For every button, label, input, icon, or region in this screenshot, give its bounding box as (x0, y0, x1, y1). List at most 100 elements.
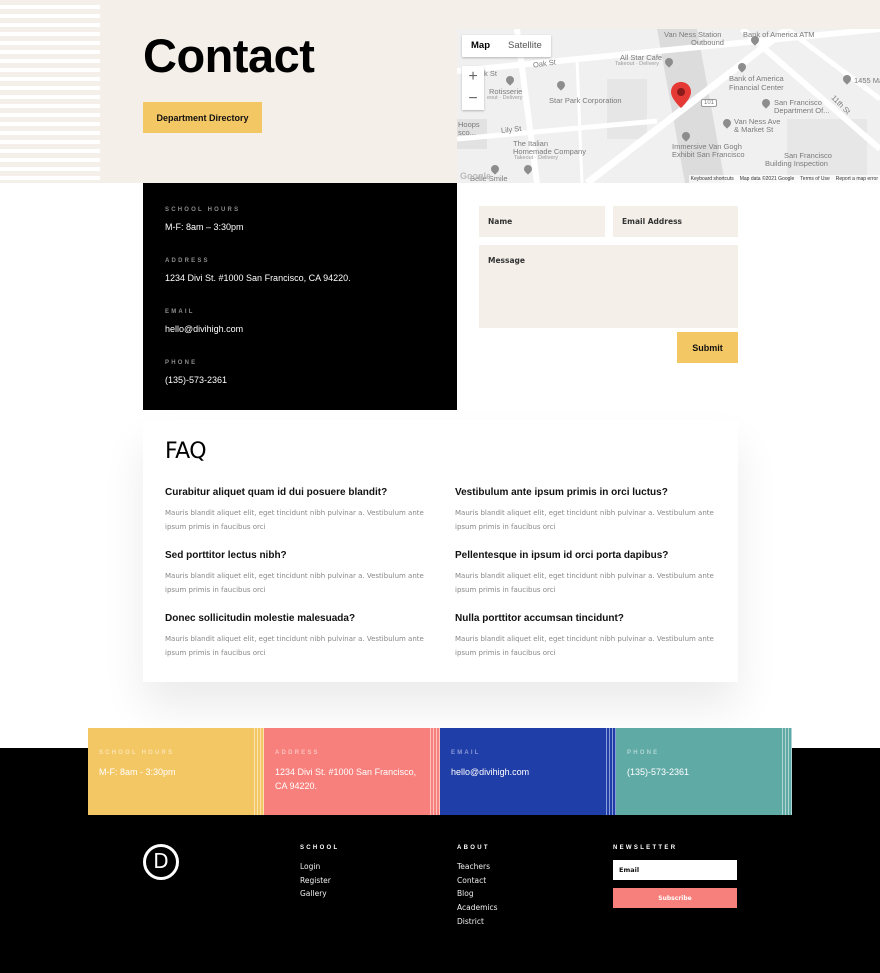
faq-card: FAQ Curabitur aliquet quam id dui posuer… (143, 420, 738, 682)
message-field[interactable] (479, 245, 738, 328)
faq-answer: Mauris blandit aliquet elit, eget tincid… (165, 635, 424, 657)
map-label: Department Of... (774, 106, 830, 115)
footer-link-teachers[interactable]: Teachers (457, 860, 498, 874)
highway-shield: 101 (701, 99, 718, 108)
map-zoom-control: + − (462, 66, 484, 110)
zoom-out-button[interactable]: − (462, 88, 484, 110)
submit-button[interactable]: Submit (677, 332, 738, 363)
report-error-link[interactable]: Report a map error (836, 175, 878, 183)
tile-school-hours: SCHOOL HOURS M-F: 8am - 3:30pm (88, 728, 264, 815)
faq-answer: Mauris blandit aliquet elit, eget tincid… (165, 509, 424, 531)
footer-heading: NEWSLETTER (613, 845, 678, 851)
map-label: 1455 Ma (854, 76, 880, 85)
faq-item: Curabitur aliquet quam id dui posuere bl… (165, 487, 425, 550)
faq-column-left: Curabitur aliquet quam id dui posuere bl… (165, 487, 425, 676)
info-value: M-F: 8am – 3:30pm (165, 222, 244, 232)
faq-title: FAQ (165, 439, 207, 464)
map-label: Takeout · Delivery (615, 61, 660, 67)
tile-value: M-F: 8am - 3:30pm (99, 767, 176, 777)
page-title: Contact (143, 29, 315, 82)
map-label: Exhibit San Francisco (672, 150, 745, 159)
footer-column-about: ABOUT Teachers Contact Blog Academics Di… (457, 845, 498, 929)
footer-link-district[interactable]: District (457, 915, 498, 929)
map-label: Takeout · Delivery (514, 155, 559, 161)
divi-logo[interactable]: D (143, 844, 179, 880)
faq-item: Pellentesque in ipsum id orci porta dapi… (455, 550, 715, 613)
tile-value: (135)-573-2361 (627, 767, 690, 777)
footer-link-contact[interactable]: Contact (457, 874, 498, 888)
info-label: ADDRESS (165, 258, 210, 264)
footer-link-login[interactable]: Login (300, 860, 339, 874)
tile-stripe-edge (430, 728, 440, 815)
info-label: SCHOOL HOURS (165, 207, 241, 213)
tile-stripe-edge (254, 728, 264, 815)
newsletter-email-input[interactable] (613, 860, 737, 880)
map-pin-icon[interactable] (671, 82, 691, 108)
info-email: EMAIL hello@divihigh.com (165, 309, 435, 334)
map-type-satellite-button[interactable]: Satellite (499, 35, 551, 57)
faq-answer: Mauris blandit aliquet elit, eget tincid… (455, 635, 714, 657)
terms-link[interactable]: Terms of Use (800, 175, 829, 183)
tile-label: ADDRESS (275, 750, 320, 756)
map-data-text: Map data ©2021 Google (739, 176, 795, 182)
tile-value: hello@divihigh.com (451, 767, 530, 777)
tile-stripe-edge (782, 728, 792, 815)
map-label: & Market St (734, 125, 774, 134)
footer-link-academics[interactable]: Academics (457, 901, 498, 915)
info-address: ADDRESS 1234 Divi St. #1000 San Francisc… (165, 258, 435, 283)
faq-question: Donec sollicitudin molestie malesuada? (165, 613, 356, 624)
contact-info-panel: SCHOOL HOURS M-F: 8am – 3:30pm ADDRESS 1… (143, 183, 457, 410)
info-value: 1234 Divi St. #1000 San Francisco, CA 94… (165, 273, 351, 283)
faq-item: Nulla porttitor accumsan tincidunt? Maur… (455, 613, 715, 676)
google-logo: Google (460, 171, 491, 181)
faq-question: Nulla porttitor accumsan tincidunt? (455, 613, 624, 624)
decorative-stripes (0, 0, 100, 183)
tile-address: ADDRESS 1234 Divi St. #1000 San Francisc… (264, 728, 440, 815)
tile-label: SCHOOL HOURS (99, 750, 175, 756)
faq-item: Donec sollicitudin molestie malesuada? M… (165, 613, 425, 676)
footer-column-school: SCHOOL Login Register Gallery (300, 845, 339, 901)
info-value: hello@divihigh.com (165, 324, 244, 334)
map-label: Star Park Corporation (549, 96, 622, 105)
info-label: PHONE (165, 360, 198, 366)
footer-column-newsletter: NEWSLETTER (613, 845, 677, 860)
faq-question: Pellentesque in ipsum id orci porta dapi… (455, 550, 669, 561)
footer-link-gallery[interactable]: Gallery (300, 887, 339, 901)
map-type-map-button[interactable]: Map (462, 35, 499, 57)
zoom-in-button[interactable]: + (462, 66, 484, 88)
tile-stripe-edge (606, 728, 616, 815)
department-directory-button[interactable]: Department Directory (143, 102, 262, 133)
keyboard-shortcuts-link[interactable]: Keyboard shortcuts (691, 175, 734, 183)
info-phone: PHONE (135)-573-2361 (165, 360, 435, 385)
google-map[interactable]: Oak St k St Lily St 11th St Van Ness Sta… (457, 29, 880, 183)
footer-heading: SCHOOL (300, 845, 340, 851)
map-type-control: Map Satellite (462, 35, 551, 57)
info-label: EMAIL (165, 309, 195, 315)
faq-question: Sed porttitor lectus nibh? (165, 550, 287, 561)
map-label: eout · Delivery (487, 95, 523, 101)
footer-link-blog[interactable]: Blog (457, 887, 498, 901)
info-school-hours: SCHOOL HOURS M-F: 8am – 3:30pm (165, 207, 435, 232)
info-value: (135)-573-2361 (165, 375, 228, 385)
tile-phone: PHONE (135)-573-2361 (616, 728, 792, 815)
faq-answer: Mauris blandit aliquet elit, eget tincid… (165, 572, 424, 594)
tile-label: PHONE (627, 750, 660, 756)
tile-value: 1234 Divi St. #1000 San Francisco, CA 94… (275, 767, 417, 791)
map-label: Outbound (691, 38, 724, 47)
faq-question: Vestibulum ante ipsum primis in orci luc… (455, 487, 668, 498)
faq-answer: Mauris blandit aliquet elit, eget tincid… (455, 509, 714, 531)
faq-item: Vestibulum ante ipsum primis in orci luc… (455, 487, 715, 550)
footer-link-register[interactable]: Register (300, 874, 339, 888)
faq-column-right: Vestibulum ante ipsum primis in orci luc… (455, 487, 715, 676)
name-field[interactable] (479, 206, 605, 237)
email-field[interactable] (613, 206, 738, 237)
tile-email: EMAIL hello@divihigh.com (440, 728, 616, 815)
faq-question: Curabitur aliquet quam id dui posuere bl… (165, 487, 388, 498)
subscribe-button[interactable]: Subscribe (613, 888, 737, 908)
faq-answer: Mauris blandit aliquet elit, eget tincid… (455, 572, 714, 594)
map-label: Financial Center (729, 83, 784, 92)
map-attribution: Keyboard shortcuts Map data ©2021 Google… (688, 175, 880, 183)
map-label: Building Inspection (765, 159, 828, 168)
contact-tiles: SCHOOL HOURS M-F: 8am - 3:30pm ADDRESS 1… (88, 728, 792, 815)
footer-heading: ABOUT (457, 845, 490, 851)
